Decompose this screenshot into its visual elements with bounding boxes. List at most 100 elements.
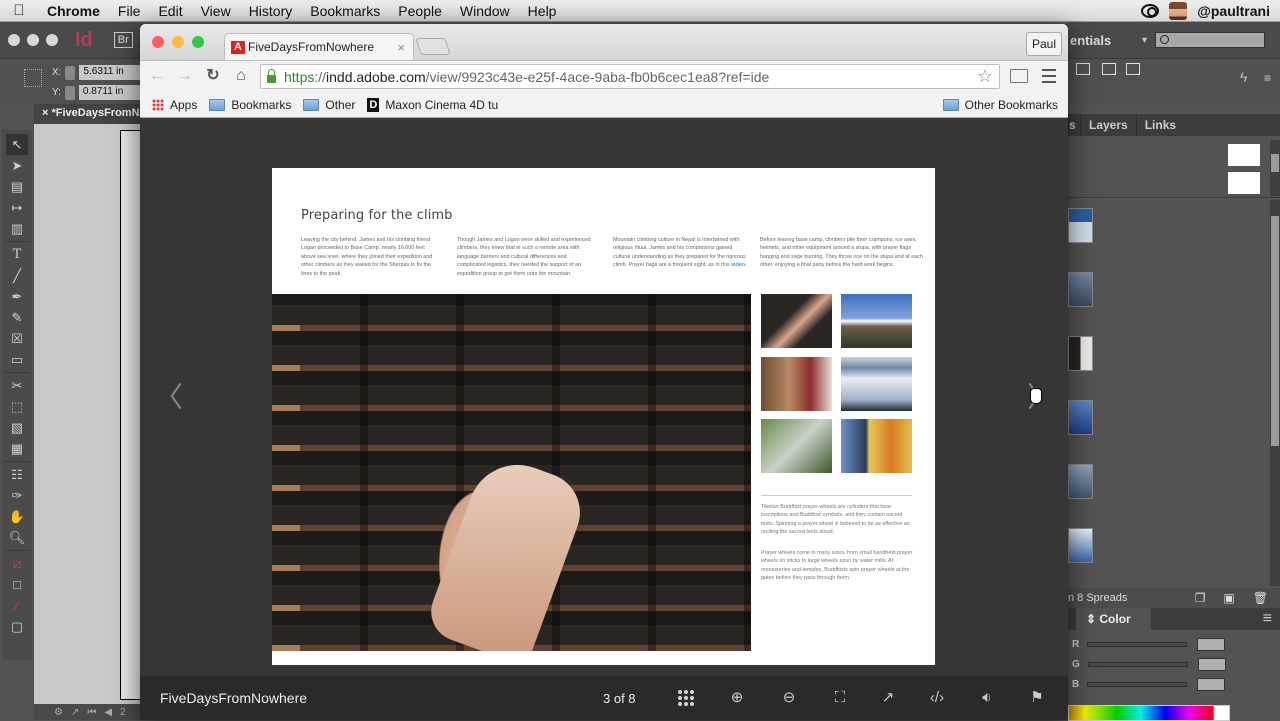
menu-history[interactable]: History [240,3,302,19]
window-minimize-button[interactable] [27,34,39,46]
g-value-field[interactable] [1197,658,1226,671]
cast-icon[interactable] [1010,69,1028,83]
auto-fit-icon[interactable] [1076,63,1090,75]
x-stepper[interactable] [65,65,76,80]
previous-page-arrow-icon[interactable] [168,382,182,410]
thumbnail-river-forest[interactable] [761,419,832,473]
pencil-tool-icon[interactable]: ✎ [6,307,28,328]
b-slider[interactable] [1087,682,1188,687]
reference-point-icon[interactable] [24,69,42,87]
page-number[interactable]: 2 [120,707,126,718]
menu-view[interactable]: View [192,3,240,19]
bookmark-maxon[interactable]: D Maxon Cinema 4D tu [367,97,498,112]
color-spectrum[interactable] [1068,705,1230,721]
bookmark-apps[interactable]: Apps [152,98,197,112]
prev-page-icon[interactable]: ◀ [104,707,112,718]
home-icon[interactable]: ⌂ [230,65,252,87]
quick-apply-icon[interactable]: ϟ [1240,69,1247,85]
bookmark-folder-other[interactable]: Other [303,98,355,112]
other-bookmarks[interactable]: Other Bookmarks [942,98,1058,112]
gradient-swatch-tool-icon[interactable]: ▧ [6,417,28,438]
menu-window[interactable]: Window [451,3,519,19]
document-tab[interactable]: × *FiveDaysFromNowhere [34,104,144,124]
menu-help[interactable]: Help [519,3,566,19]
line-tool-icon[interactable]: ╱ [6,265,28,286]
open-page-icon[interactable]: ↗ [71,707,79,718]
type-tool-icon[interactable]: T [6,244,28,265]
page-thumbnail[interactable] [1068,400,1093,435]
r-slider[interactable] [1087,642,1188,647]
b-value-field[interactable] [1197,678,1226,691]
master-page-thumbnail[interactable] [1228,172,1260,194]
gap-tool-icon[interactable]: ↦ [6,197,28,218]
r-value-field[interactable] [1197,638,1226,651]
menu-edit[interactable]: Edit [149,3,191,19]
document-tab-close-icon[interactable]: × [42,107,48,119]
page-tool-icon[interactable]: ▤ [6,176,28,197]
menu-people[interactable]: People [389,3,451,19]
bookmark-star-icon[interactable]: ☆ [977,66,993,87]
eyedropper-tool-icon[interactable]: ✑ [6,485,28,506]
minimize-window-button[interactable] [172,36,184,48]
note-tool-icon[interactable]: ☷ [6,464,28,485]
thumbnail-stupa-mountain[interactable] [841,294,912,348]
browser-tab[interactable]: A FiveDaysFromNowhere × [224,33,414,60]
page-thumbnail[interactable] [1068,336,1093,371]
page-thumbnail[interactable] [1068,272,1093,307]
forward-icon[interactable]: → [174,65,196,87]
grid-icon[interactable] [677,689,695,707]
thumbnail-prayer-wheel-hand[interactable] [761,294,832,348]
user-avatar[interactable] [1169,1,1188,20]
bridge-button[interactable]: Br [113,32,133,48]
rectangle-frame-tool-icon[interactable]: ☒ [6,328,28,349]
panel-menu-icon[interactable]: ≡ [1264,71,1271,85]
chrome-menu-icon[interactable] [1042,69,1056,83]
video-link[interactable]: video [731,262,745,268]
apple-menu-icon[interactable]:  [0,2,38,19]
embed-icon[interactable]: ‹/› [928,689,946,707]
thumbnail-climber-tent[interactable] [841,419,912,473]
rectangle-tool-icon[interactable]: ▭ [6,349,28,370]
close-window-button[interactable] [152,36,164,48]
creative-cloud-icon[interactable] [1141,3,1160,18]
content-collector-tool-icon[interactable]: ▥ [6,218,28,239]
thumbnail-people-talking[interactable] [761,357,832,411]
page-thumbnail[interactable] [1068,208,1093,243]
tab-close-icon[interactable]: × [397,40,405,55]
flag-icon[interactable]: ⚑ [1028,689,1046,707]
fill-stroke-icon[interactable]: ⧄ [6,553,28,574]
workspace-switcher[interactable]: entials [1068,33,1142,48]
new-page-icon[interactable]: ▣ [1223,591,1234,605]
g-slider[interactable] [1087,662,1188,667]
volume-icon[interactable]: 🔉︎ [978,689,996,707]
preflight-icon[interactable]: ⚙ [54,707,63,718]
tab-pages[interactable]: s [1068,114,1080,136]
bookmark-folder-bookmarks[interactable]: Bookmarks [209,98,291,112]
pages-scrollbar[interactable] [1270,200,1280,586]
page-thumbnail[interactable] [1068,464,1093,499]
tab-links[interactable]: Links [1135,114,1184,136]
menu-file[interactable]: File [109,3,150,19]
address-bar[interactable]: https://indd.adobe.com/view/9923c43e-e25… [260,64,1000,89]
zoom-out-icon[interactable]: ⊖ [780,689,798,707]
pen-tool-icon[interactable]: ✒ [6,286,28,307]
window-close-button[interactable] [8,34,20,46]
tab-layers[interactable]: Layers [1080,114,1136,136]
x-field[interactable]: 5.6311 in [79,65,150,80]
formatting-container-icon[interactable]: □ [6,574,28,595]
direct-selection-tool-icon[interactable]: ➤ [6,155,28,176]
y-field[interactable]: 0.8711 in [78,85,149,100]
profile-button[interactable]: Paul [1026,32,1062,56]
zoom-in-icon[interactable]: ⊕ [728,689,746,707]
menubar-username[interactable]: @paultrani [1197,3,1270,19]
zoom-window-button[interactable] [192,36,204,48]
y-stepper[interactable] [64,85,75,100]
fullscreen-icon[interactable]: ⛶ [831,689,849,707]
reload-icon[interactable]: ↻ [202,65,224,87]
menu-bookmarks[interactable]: Bookmarks [301,3,389,19]
zoom-tool-icon[interactable]: 🔍︎ [6,527,28,548]
fit-frame-icon[interactable] [1126,63,1140,75]
new-tab-button[interactable] [415,38,451,55]
workspace-chevron-icon[interactable]: ▾ [1142,35,1147,46]
scissors-tool-icon[interactable]: ✂ [6,375,28,396]
